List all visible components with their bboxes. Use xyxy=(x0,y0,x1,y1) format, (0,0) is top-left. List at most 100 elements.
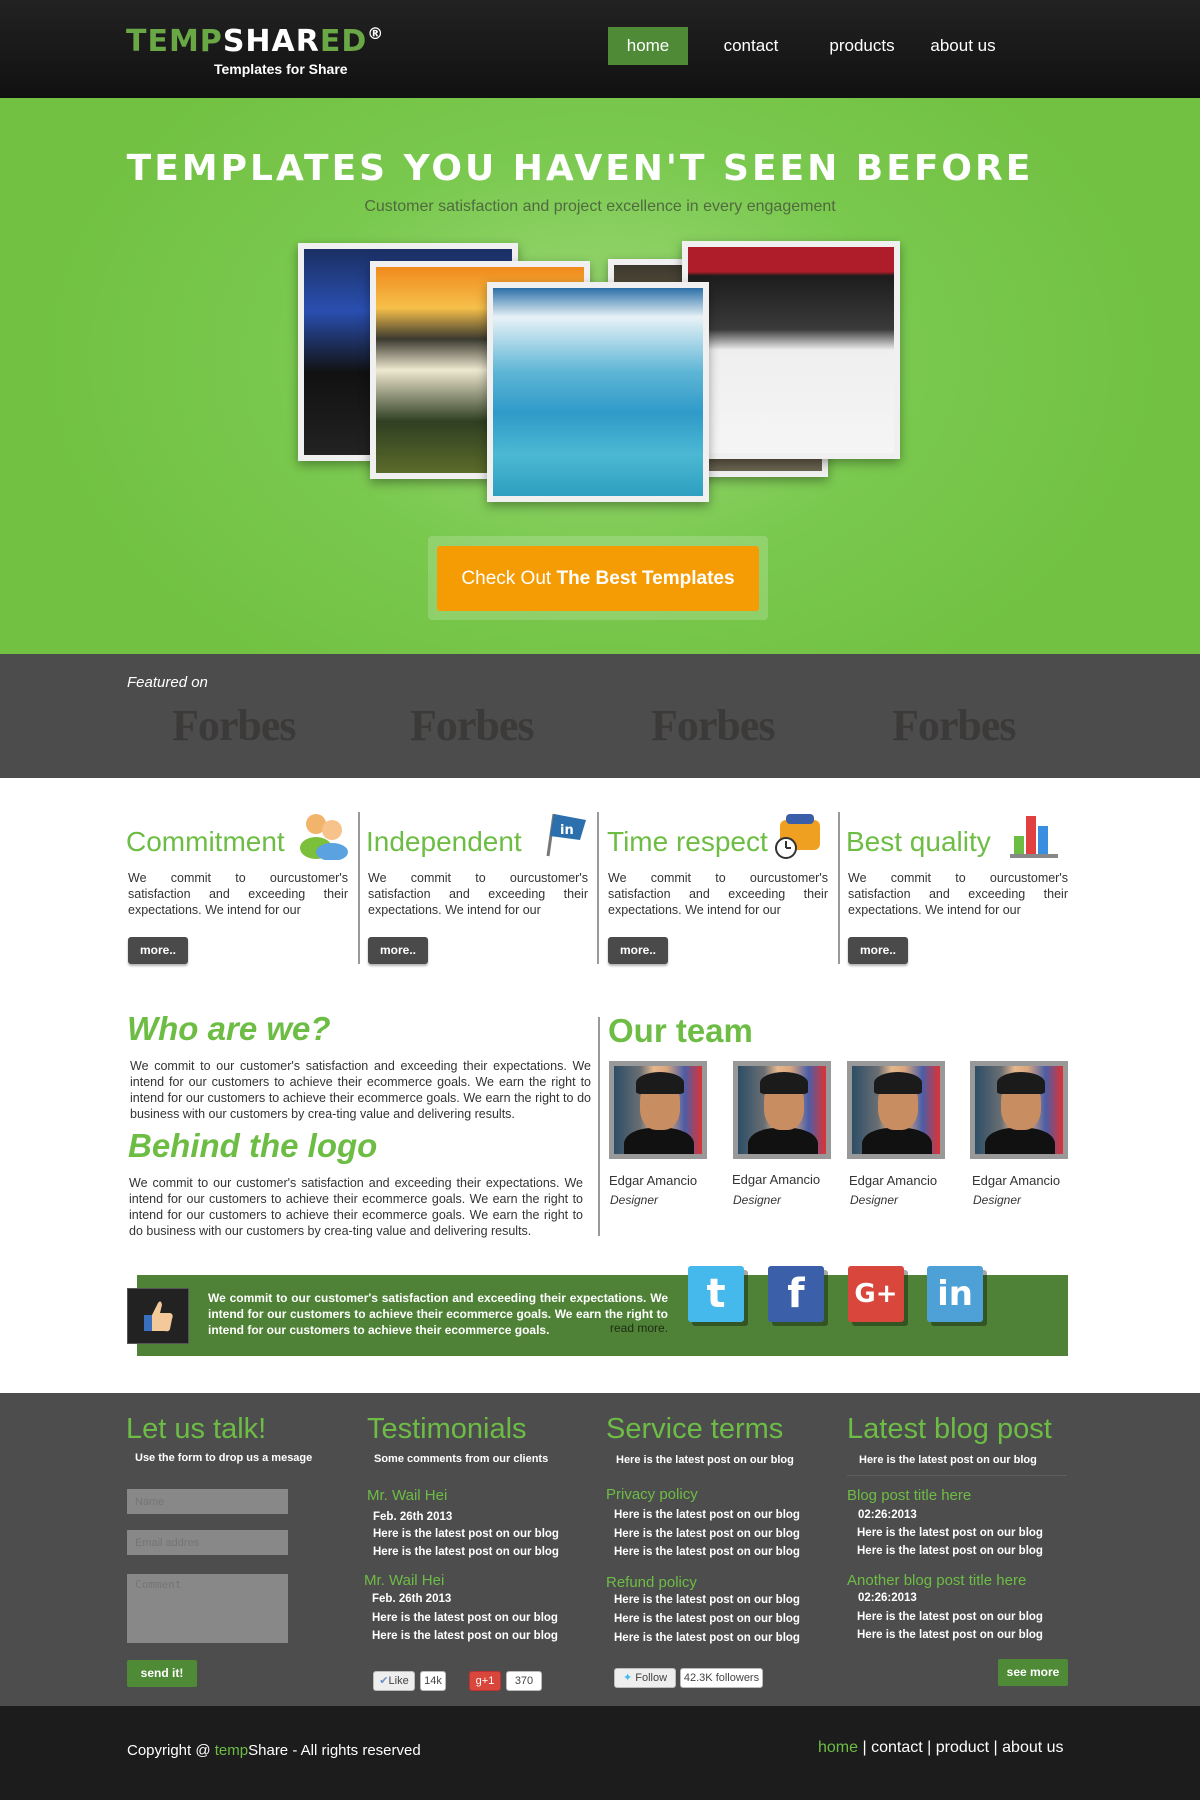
template-preview-3 xyxy=(487,282,709,502)
footer-link-product[interactable]: product xyxy=(936,1739,989,1756)
blog-post-link[interactable]: Blog post title here xyxy=(847,1487,971,1504)
team-member-photo[interactable] xyxy=(733,1061,831,1159)
policy-line: Here is the latest post on our blog xyxy=(614,1632,800,1644)
site-logo[interactable]: TEMPSHARED® xyxy=(126,24,384,59)
featured-logo: Forbes xyxy=(651,701,776,750)
like-button[interactable]: ✔Like xyxy=(373,1671,415,1691)
linkedin-icon[interactable]: in xyxy=(927,1266,983,1322)
divider xyxy=(358,812,360,964)
service-terms-title: Service terms xyxy=(606,1413,784,1445)
facebook-icon[interactable]: f xyxy=(768,1266,824,1322)
thumbs-up-icon xyxy=(127,1288,189,1344)
testimonial-name[interactable]: Mr. Wail Hei xyxy=(367,1487,447,1504)
comment-field[interactable] xyxy=(127,1574,288,1643)
twitter-bird-icon: ✦ xyxy=(622,1672,633,1684)
let-us-talk-title: Let us talk! xyxy=(126,1413,267,1445)
team-member-name: Edgar Amancio xyxy=(609,1173,698,1188)
policy-line: Here is the latest post on our blog xyxy=(614,1509,800,1521)
team-member-role: Designer xyxy=(610,1193,659,1207)
team-member-photo[interactable] xyxy=(847,1061,945,1159)
team-member-role: Designer xyxy=(733,1193,782,1207)
featured-logo: Forbes xyxy=(410,701,535,750)
testimonials-title: Testimonials xyxy=(367,1413,527,1445)
feature-text: We commit to ourcustomer's satisfaction … xyxy=(848,871,1068,917)
behind-logo-title: Behind the logo xyxy=(128,1127,378,1164)
more-button-best-quality[interactable]: more.. xyxy=(848,937,908,964)
nav-home[interactable]: home xyxy=(608,27,688,65)
who-are-we-text: We commit to our customer's satisfaction… xyxy=(130,1059,591,1121)
latest-blog-title: Latest blog post xyxy=(847,1413,1052,1445)
policy-line: Here is the latest post on our blog xyxy=(614,1546,800,1558)
team-member-role: Designer xyxy=(973,1193,1022,1207)
feature-text: We commit to ourcustomer's satisfaction … xyxy=(128,871,348,917)
divider xyxy=(838,812,840,964)
team-member-name: Edgar Amancio xyxy=(972,1173,1061,1188)
svg-text:in: in xyxy=(560,823,574,838)
nav-products[interactable]: products xyxy=(814,27,910,65)
banner-text: We commit to our customer's satisfaction… xyxy=(208,1291,668,1337)
divider xyxy=(598,1017,600,1236)
team-member-photo[interactable] xyxy=(609,1061,707,1159)
testimonial-line: Here is the latest post on our blog xyxy=(372,1630,558,1642)
footer-link-about-us[interactable]: about us xyxy=(1002,1739,1063,1756)
testimonial-date: Feb. 26th 2013 xyxy=(373,1511,453,1523)
feature-title-commitment: Commitment xyxy=(126,826,285,857)
refund-policy-link[interactable]: Refund policy xyxy=(606,1574,697,1591)
email-field[interactable] xyxy=(127,1530,288,1555)
check-templates-button[interactable]: Check Out The Best Templates xyxy=(437,546,759,611)
team-member-name: Edgar Amancio xyxy=(849,1173,938,1188)
send-button[interactable]: send it! xyxy=(127,1660,197,1687)
footer-nav: home | contact | product | about us xyxy=(818,1739,1064,1756)
blog-post-date: 02:26:2013 xyxy=(858,1592,917,1604)
nav-contact[interactable]: contact xyxy=(708,27,794,65)
testimonial-line: Here is the latest post on our blog xyxy=(373,1546,559,1558)
followers-count: 42.3K followers xyxy=(680,1668,763,1688)
more-button-commitment[interactable]: more.. xyxy=(128,937,188,964)
hero-title: TEMPLATES YOU HAVEN'T SEEN BEFORE xyxy=(126,148,1034,189)
policy-line: Here is the latest post on our blog xyxy=(614,1613,800,1625)
clock-bag-icon xyxy=(772,810,824,860)
service-terms-subtitle: Here is the latest post on our blog xyxy=(616,1454,794,1466)
blog-post-date: 02:26:2013 xyxy=(858,1509,917,1521)
footer-link-contact[interactable]: contact xyxy=(871,1739,923,1756)
featured-label: Featured on xyxy=(127,674,208,691)
linkedin-flag-icon: in xyxy=(540,810,588,858)
name-field[interactable] xyxy=(127,1489,288,1514)
let-us-talk-subtitle: Use the form to drop us a mesage xyxy=(135,1452,313,1464)
see-more-button[interactable]: see more xyxy=(998,1659,1068,1686)
more-button-independent[interactable]: more.. xyxy=(368,937,428,964)
google-plus-icon[interactable]: G+ xyxy=(848,1266,904,1322)
nav-about-us[interactable]: about us xyxy=(918,27,1008,65)
testimonial-name[interactable]: Mr. Wail Hei xyxy=(364,1572,444,1589)
latest-blog-subtitle: Here is the latest post on our blog xyxy=(859,1454,1037,1466)
read-more-link[interactable]: read more. xyxy=(610,1321,668,1335)
more-button-time-respect[interactable]: more.. xyxy=(608,937,668,964)
like-count: 14k xyxy=(420,1671,446,1691)
policy-line: Here is the latest post on our blog xyxy=(614,1594,800,1606)
testimonial-line: Here is the latest post on our blog xyxy=(372,1612,558,1624)
blog-post-line: Here is the latest post on our blog xyxy=(857,1629,1043,1641)
hero-subtitle: Customer satisfaction and project excell… xyxy=(364,198,836,215)
policy-line: Here is the latest post on our blog xyxy=(614,1528,800,1540)
feature-title-independent: Independent xyxy=(366,826,522,857)
plus-one-button[interactable]: g+1 xyxy=(469,1671,501,1691)
blog-post-line: Here is the latest post on our blog xyxy=(857,1545,1043,1557)
blog-post-link[interactable]: Another blog post title here xyxy=(847,1572,1026,1589)
testimonial-date: Feb. 26th 2013 xyxy=(372,1593,452,1605)
feature-title-best-quality: Best quality xyxy=(846,826,991,857)
testimonials-subtitle: Some comments from our clients xyxy=(374,1453,549,1465)
bar-chart-icon xyxy=(1008,810,1060,860)
testimonial-line: Here is the latest post on our blog xyxy=(373,1528,559,1540)
team-member-photo[interactable] xyxy=(970,1061,1068,1159)
privacy-policy-link[interactable]: Privacy policy xyxy=(606,1486,698,1503)
twitter-icon[interactable]: t xyxy=(688,1266,744,1322)
twitter-follow-button[interactable]: ✦ Follow xyxy=(614,1668,676,1688)
blog-post-line: Here is the latest post on our blog xyxy=(857,1611,1043,1623)
copyright-text: Copyright @ tempShare - All rights reser… xyxy=(127,1742,421,1759)
feature-text: We commit to ourcustomer's satisfaction … xyxy=(368,871,588,917)
thumbs-up-icon: ✔ xyxy=(379,1675,389,1687)
logo-tagline: Templates for Share xyxy=(214,61,348,77)
feature-text: We commit to ourcustomer's satisfaction … xyxy=(608,871,828,917)
team-member-name: Edgar Amancio xyxy=(732,1172,821,1187)
footer-link-home[interactable]: home xyxy=(818,1739,858,1756)
